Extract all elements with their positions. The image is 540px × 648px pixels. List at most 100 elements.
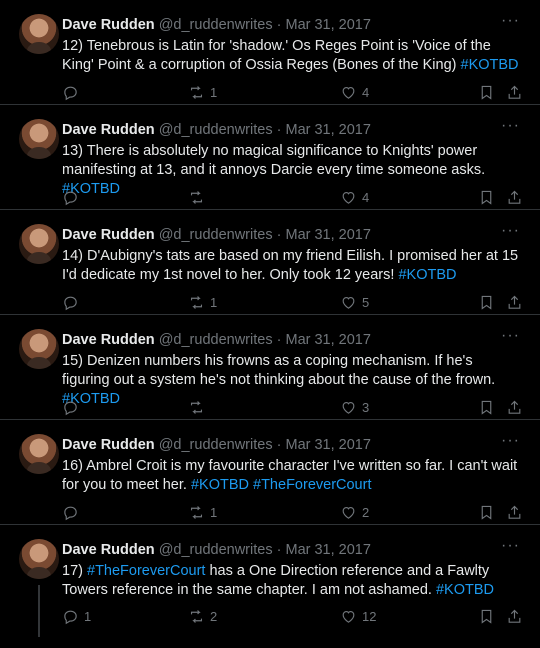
share-button[interactable] <box>506 294 523 311</box>
bookmark-button[interactable] <box>478 84 495 101</box>
like-count: 3 <box>362 400 370 415</box>
reply-icon <box>64 296 77 311</box>
share-icon <box>508 85 521 99</box>
retweet-button[interactable]: 1 <box>188 504 217 521</box>
bookmark-button[interactable] <box>478 294 495 311</box>
reply-icon <box>64 86 77 101</box>
retweet-button[interactable] <box>188 399 210 416</box>
like-count: 4 <box>362 190 370 205</box>
author-name[interactable]: Dave Rudden <box>62 122 155 138</box>
bookmark-icon <box>481 190 492 205</box>
tweet[interactable]: Dave Rudden @d_ruddenwrites · Mar 31, 20… <box>0 315 540 420</box>
reply-button[interactable] <box>62 84 84 101</box>
reply-button[interactable] <box>62 189 84 206</box>
author-name[interactable]: Dave Rudden <box>62 17 155 33</box>
separator-dot: · <box>276 332 282 348</box>
retweet-icon <box>190 506 203 519</box>
heart-icon <box>342 86 355 99</box>
like-button[interactable]: 4 <box>340 189 369 206</box>
bookmark-button[interactable] <box>478 608 495 625</box>
tweet[interactable]: Dave Rudden @d_ruddenwrites · Mar 31, 20… <box>0 0 540 105</box>
avatar[interactable] <box>19 434 59 474</box>
share-icon <box>508 609 521 623</box>
hashtag-link[interactable]: #TheForeverCourt <box>87 563 205 579</box>
hashtag-link[interactable]: #KOTBD <box>191 477 249 493</box>
like-button[interactable]: 4 <box>340 84 369 101</box>
retweet-icon <box>190 86 203 99</box>
avatar[interactable] <box>19 224 59 264</box>
share-button[interactable] <box>506 608 523 625</box>
reply-icon <box>64 401 77 416</box>
author-handle[interactable]: @d_ruddenwrites <box>159 17 273 33</box>
author-handle[interactable]: @d_ruddenwrites <box>159 542 273 558</box>
like-count: 2 <box>362 505 370 520</box>
author-handle[interactable]: @d_ruddenwrites <box>159 332 273 348</box>
tweet-date[interactable]: Mar 31, 2017 <box>285 17 370 33</box>
hashtag-link[interactable]: #KOTBD <box>436 582 494 598</box>
tweet[interactable]: Dave Rudden @d_ruddenwrites · Mar 31, 20… <box>0 210 540 315</box>
hashtag-link[interactable]: #KOTBD <box>398 267 456 283</box>
heart-icon <box>342 401 355 414</box>
author-handle[interactable]: @d_ruddenwrites <box>159 122 273 138</box>
bookmark-button[interactable] <box>478 399 495 416</box>
tweet-text-segment: 12) Tenebrous is Latin for 'shadow.' Os … <box>62 38 491 73</box>
tweet-actions: 4 <box>62 189 522 207</box>
avatar[interactable] <box>19 119 59 159</box>
tweet-text: 14) D'Aubigny's tats are based on my fri… <box>62 247 522 285</box>
author-handle[interactable]: @d_ruddenwrites <box>159 227 273 243</box>
tweet[interactable]: Dave Rudden @d_ruddenwrites · Mar 31, 20… <box>0 420 540 525</box>
hashtag-link[interactable]: #TheForeverCourt <box>253 477 371 493</box>
avatar[interactable] <box>19 539 59 579</box>
tweet[interactable]: Dave Rudden @d_ruddenwrites · Mar 31, 20… <box>0 525 540 645</box>
avatar[interactable] <box>19 329 59 369</box>
bookmark-button[interactable] <box>478 189 495 206</box>
reply-button[interactable] <box>62 294 84 311</box>
reply-icon <box>64 191 77 206</box>
reply-button[interactable]: 1 <box>62 608 91 625</box>
more-options-icon[interactable]: ··· <box>501 118 520 134</box>
like-button[interactable]: 12 <box>340 608 376 625</box>
bookmark-icon <box>481 295 492 310</box>
separator-dot: · <box>276 17 282 33</box>
tweet-date[interactable]: Mar 31, 2017 <box>285 227 370 243</box>
tweet[interactable]: Dave Rudden @d_ruddenwrites · Mar 31, 20… <box>0 105 540 210</box>
retweet-button[interactable]: 1 <box>188 84 217 101</box>
tweet-date[interactable]: Mar 31, 2017 <box>285 437 370 453</box>
share-button[interactable] <box>506 189 523 206</box>
hashtag-link[interactable]: #KOTBD <box>461 57 519 73</box>
like-button[interactable]: 3 <box>340 399 369 416</box>
reply-button[interactable] <box>62 504 84 521</box>
share-button[interactable] <box>506 84 523 101</box>
more-options-icon[interactable]: ··· <box>501 223 520 239</box>
bookmark-button[interactable] <box>478 504 495 521</box>
bookmark-icon <box>481 400 492 415</box>
tweet-text: 12) Tenebrous is Latin for 'shadow.' Os … <box>62 37 522 75</box>
bookmark-icon <box>481 505 492 520</box>
like-button[interactable]: 5 <box>340 294 369 311</box>
author-name[interactable]: Dave Rudden <box>62 227 155 243</box>
author-name[interactable]: Dave Rudden <box>62 542 155 558</box>
reply-button[interactable] <box>62 399 84 416</box>
separator-dot: · <box>276 122 282 138</box>
retweet-button[interactable]: 1 <box>188 294 217 311</box>
tweet-date[interactable]: Mar 31, 2017 <box>285 332 370 348</box>
avatar[interactable] <box>19 14 59 54</box>
tweet-actions: 3 <box>62 399 522 417</box>
retweet-button[interactable] <box>188 189 210 206</box>
more-options-icon[interactable]: ··· <box>501 13 520 29</box>
tweet-header: Dave Rudden @d_ruddenwrites · Mar 31, 20… <box>62 541 520 559</box>
share-button[interactable] <box>506 399 523 416</box>
tweet-date[interactable]: Mar 31, 2017 <box>285 542 370 558</box>
tweet-date[interactable]: Mar 31, 2017 <box>285 122 370 138</box>
author-handle[interactable]: @d_ruddenwrites <box>159 437 273 453</box>
author-name[interactable]: Dave Rudden <box>62 437 155 453</box>
like-button[interactable]: 2 <box>340 504 369 521</box>
retweet-button[interactable]: 2 <box>188 608 217 625</box>
more-options-icon[interactable]: ··· <box>501 538 520 554</box>
more-options-icon[interactable]: ··· <box>501 328 520 344</box>
author-name[interactable]: Dave Rudden <box>62 332 155 348</box>
reply-icon <box>64 610 77 625</box>
retweet-icon <box>190 191 203 204</box>
more-options-icon[interactable]: ··· <box>501 433 520 449</box>
share-button[interactable] <box>506 504 523 521</box>
